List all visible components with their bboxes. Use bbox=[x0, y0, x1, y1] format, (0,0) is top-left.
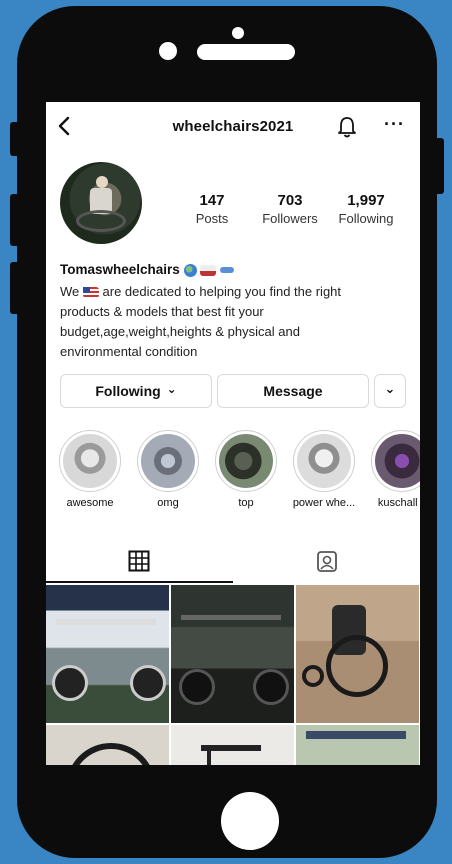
home-button[interactable] bbox=[221, 792, 279, 850]
stat-posts[interactable]: 147 Posts bbox=[172, 192, 252, 226]
stat-value: 1,997 bbox=[347, 192, 385, 209]
volume-up-button bbox=[10, 194, 22, 246]
mute-switch bbox=[10, 122, 22, 156]
stat-label: Posts bbox=[195, 211, 229, 226]
post-thumbnail[interactable] bbox=[296, 725, 419, 765]
post-thumbnail[interactable] bbox=[171, 725, 294, 765]
stat-label: Followers bbox=[262, 211, 318, 226]
bio: We are dedicated to helping you find the… bbox=[60, 282, 390, 362]
display-name-text: Tomaswheelchairs bbox=[60, 262, 180, 277]
profile-tabs bbox=[46, 542, 420, 584]
following-label: Following bbox=[95, 383, 161, 399]
globe-emoji-icon bbox=[183, 263, 197, 277]
highlight-kuschall[interactable]: kuschall c bbox=[368, 430, 420, 509]
bell-icon[interactable] bbox=[336, 115, 358, 139]
bio-line: We are dedicated to helping you find the… bbox=[60, 282, 390, 302]
highlight-label: top bbox=[238, 497, 254, 509]
front-camera bbox=[159, 42, 177, 60]
active-tab-indicator bbox=[46, 581, 233, 583]
power-button bbox=[432, 138, 444, 194]
volume-down-button bbox=[10, 262, 22, 314]
message-label: Message bbox=[263, 383, 323, 399]
bio-line: products & models that best fit your bbox=[60, 304, 264, 319]
post-thumbnail[interactable] bbox=[171, 585, 294, 723]
following-button[interactable]: Following ⌄ bbox=[60, 374, 212, 408]
highlight-top[interactable]: top bbox=[212, 430, 280, 509]
highlight-label: omg bbox=[157, 497, 179, 509]
highlight-power-wheelchairs[interactable]: power whe... bbox=[290, 430, 358, 509]
post-thumbnail[interactable] bbox=[296, 585, 419, 723]
stat-followers[interactable]: 703 Followers bbox=[250, 192, 330, 226]
post-thumbnail[interactable] bbox=[46, 585, 169, 723]
profile-username: wheelchairs2021 bbox=[172, 118, 294, 135]
highlight-label: awesome bbox=[66, 497, 114, 509]
chevron-down-icon: ⌄ bbox=[166, 382, 177, 396]
stat-following[interactable]: 1,997 Following bbox=[326, 192, 406, 226]
tagged-icon[interactable] bbox=[316, 549, 338, 573]
chevron-down-icon: ⌄ bbox=[384, 381, 396, 396]
bio-prefix: We bbox=[60, 284, 80, 299]
bio-line: budget,age,weight,heights & physical and bbox=[60, 324, 300, 339]
instagram-profile-screen: wheelchairs2021 ··· 147 Posts 703 Follow… bbox=[46, 102, 420, 765]
us-flag-emoji-icon bbox=[82, 287, 99, 299]
message-button[interactable]: Message bbox=[217, 374, 369, 408]
top-bar: wheelchairs2021 ··· bbox=[46, 102, 420, 150]
bio-line-text: are dedicated to helping you find the ri… bbox=[102, 284, 342, 299]
stat-value: 147 bbox=[199, 192, 225, 209]
avatar[interactable] bbox=[60, 162, 142, 244]
highlight-label: kuschall c bbox=[377, 497, 420, 509]
highlight-omg[interactable]: omg bbox=[134, 430, 202, 509]
display-name: Tomaswheelchairs bbox=[60, 262, 235, 277]
bio-line: environmental condition bbox=[60, 344, 198, 359]
post-thumbnail[interactable] bbox=[46, 725, 169, 765]
grid-icon[interactable] bbox=[128, 550, 150, 572]
airplane-emoji-icon bbox=[220, 267, 235, 274]
more-icon[interactable]: ··· bbox=[384, 114, 405, 135]
highlight-awesome[interactable]: awesome bbox=[56, 430, 124, 509]
camera-dot bbox=[232, 27, 244, 39]
ship-emoji-icon bbox=[200, 264, 217, 276]
suggested-dropdown-button[interactable]: ⌄ bbox=[374, 374, 406, 408]
highlight-label: power whe... bbox=[292, 497, 356, 509]
stat-value: 703 bbox=[277, 192, 303, 209]
stat-label: Following bbox=[338, 211, 394, 226]
speaker-grille bbox=[197, 44, 295, 60]
